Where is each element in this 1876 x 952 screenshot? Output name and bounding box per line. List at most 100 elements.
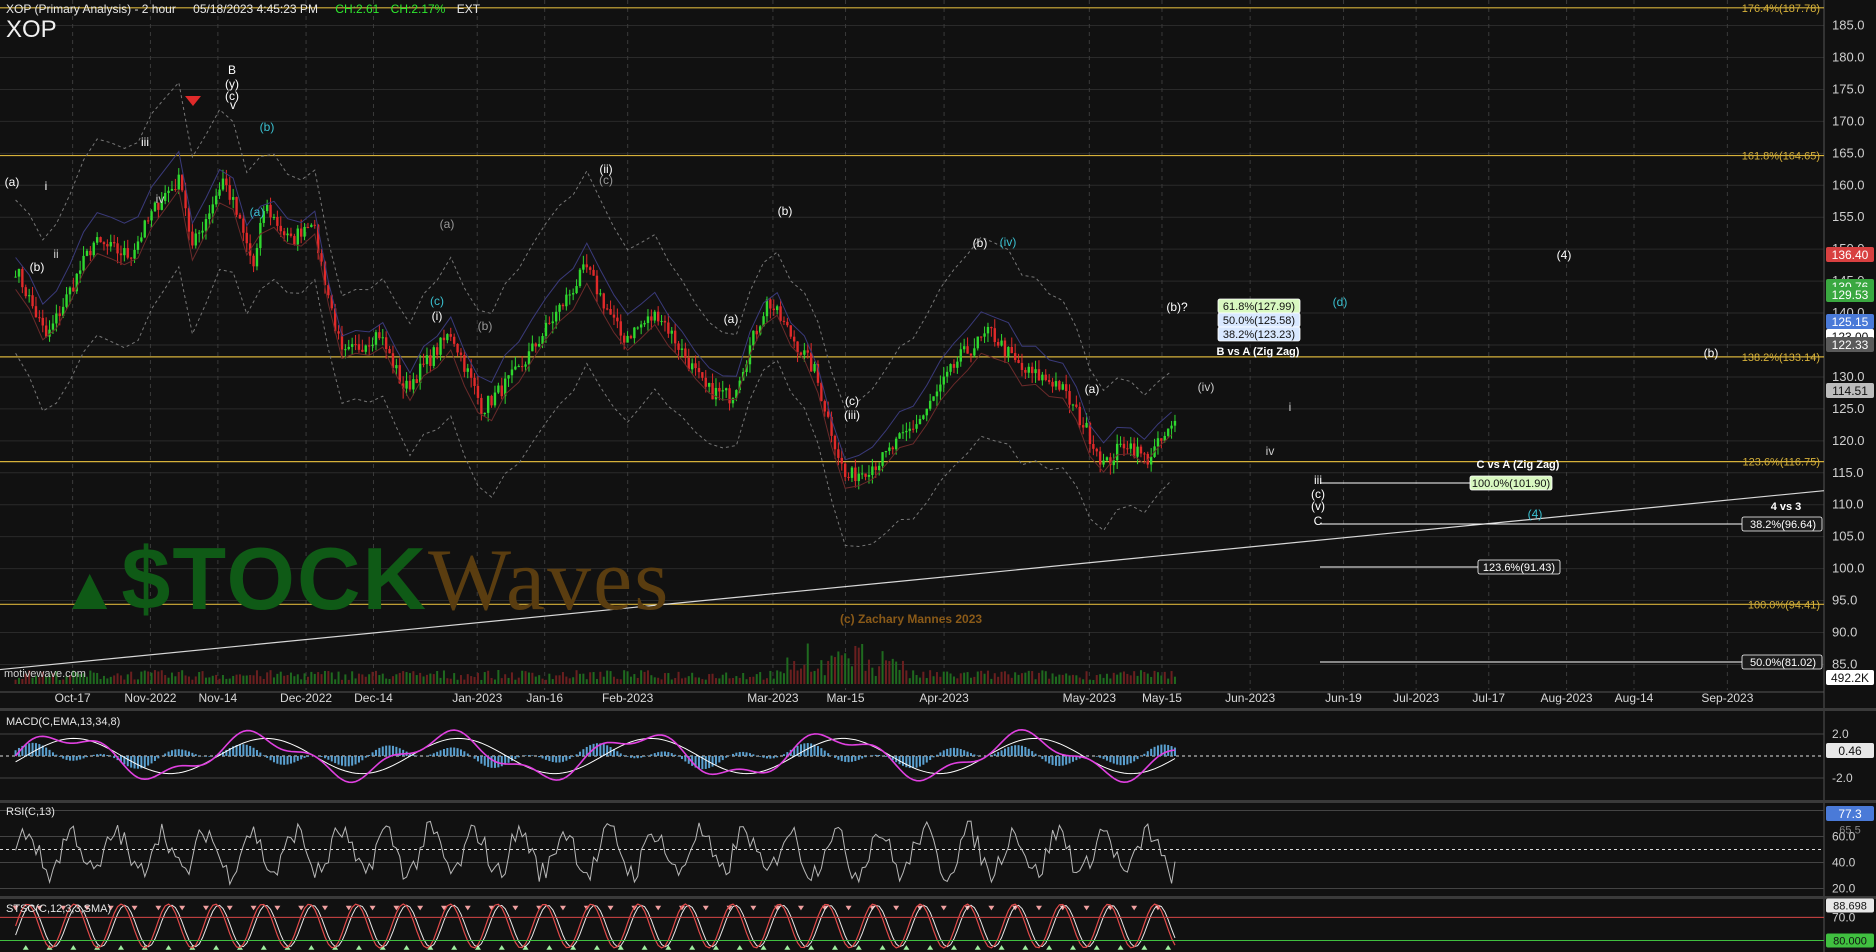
volume-bar xyxy=(776,670,779,684)
candle-body xyxy=(949,364,952,372)
volume-bar xyxy=(888,661,891,684)
candle-body xyxy=(1149,456,1153,465)
candle-body xyxy=(473,377,476,386)
macd-histogram-bar xyxy=(374,749,377,756)
volume-bar xyxy=(480,679,483,684)
volume-bar xyxy=(986,670,989,684)
candle-body xyxy=(1085,422,1088,428)
volume-bar xyxy=(476,672,479,684)
volume-bar xyxy=(286,675,289,684)
candle-body xyxy=(945,371,949,377)
volume-bar xyxy=(1041,670,1044,684)
candle-body xyxy=(1081,425,1085,428)
macd-histogram-bar xyxy=(181,749,184,756)
candle-body xyxy=(384,337,388,349)
volume-bar xyxy=(113,675,116,684)
volume-bar xyxy=(368,674,371,684)
volume-bar xyxy=(840,655,843,684)
macd-histogram-bar xyxy=(55,754,58,756)
time-tick-label: Apr-2023 xyxy=(919,691,969,705)
candle-body xyxy=(337,331,340,334)
candle-body xyxy=(962,346,966,350)
volume-bar xyxy=(575,670,578,684)
macd-histogram-bar xyxy=(269,756,272,761)
volume-bar xyxy=(857,647,860,684)
macd-histogram-bar xyxy=(524,755,527,756)
volume-bar xyxy=(1139,670,1142,684)
macd-histogram-bar xyxy=(184,750,187,756)
volume-bar xyxy=(323,670,326,684)
annotation-label: C vs A (Zig Zag) xyxy=(1477,459,1560,471)
macd-histogram-bar xyxy=(782,754,785,756)
price-tick-label: 180.0 xyxy=(1832,50,1865,65)
macd-histogram-bar xyxy=(823,750,826,756)
volume-bar xyxy=(997,676,1000,684)
candle-body xyxy=(201,230,204,233)
candle-body xyxy=(813,364,816,372)
candle-body xyxy=(109,242,112,247)
candle-body xyxy=(979,336,983,338)
candle-body xyxy=(408,380,412,390)
macd-histogram-bar xyxy=(684,756,687,762)
macd-histogram-bar xyxy=(191,752,194,756)
macd-histogram-bar xyxy=(762,756,765,758)
volume-bar xyxy=(490,678,493,684)
macd-histogram-bar xyxy=(1024,747,1027,756)
macd-histogram-bar xyxy=(1173,747,1176,756)
volume-bar xyxy=(1054,676,1057,684)
volume-bar xyxy=(816,668,819,684)
volume-bar xyxy=(1014,672,1017,684)
stoch-value-label: 88.698 xyxy=(1833,901,1867,913)
macd-histogram-bar xyxy=(657,752,660,756)
candle-body xyxy=(901,432,905,434)
candle-body xyxy=(1156,438,1160,447)
wave-label: (4) xyxy=(1528,507,1543,521)
macd-histogram-bar xyxy=(72,756,75,761)
volume-bar xyxy=(1027,670,1030,684)
macd-histogram-bar xyxy=(704,756,707,769)
macd-histogram-bar xyxy=(1068,756,1071,764)
candle-body xyxy=(799,352,803,355)
candle-body xyxy=(558,304,561,312)
volume-bar xyxy=(534,676,537,684)
candle-body xyxy=(605,308,609,310)
candle-body xyxy=(235,197,238,215)
macd-histogram-bar xyxy=(966,751,969,756)
macd-histogram-bar xyxy=(769,756,772,759)
candle-body xyxy=(728,388,731,404)
candle-body xyxy=(633,327,636,339)
volume-bar xyxy=(799,668,802,684)
time-tick-label: May-2023 xyxy=(1063,691,1117,705)
volume-bar xyxy=(184,675,187,684)
candle-body xyxy=(707,383,711,387)
candle-body xyxy=(446,334,449,341)
watermark-stock: $TOCK xyxy=(121,529,429,628)
volume-bar xyxy=(1146,673,1149,684)
candle-body xyxy=(82,255,85,271)
candle-body xyxy=(425,355,429,365)
volume-bar xyxy=(1020,673,1023,684)
macd-histogram-bar xyxy=(1020,745,1023,756)
candle-body xyxy=(721,390,724,392)
candle-body xyxy=(891,447,894,450)
volume-bar xyxy=(327,671,330,684)
volume-bar xyxy=(1156,672,1159,684)
chart-canvas[interactable]: 85.0 90.0 95.0 100.0 105.0 110.0 115.0 120.0 125… xyxy=(0,0,1876,952)
volume-bar xyxy=(721,674,724,684)
panel-divider xyxy=(0,708,1876,711)
volume-bar xyxy=(136,679,139,684)
candle-body xyxy=(99,237,102,243)
price-tick-label: 185.0 xyxy=(1832,18,1865,33)
candle-body xyxy=(942,376,945,385)
volume-bar xyxy=(408,673,411,684)
candle-body xyxy=(551,321,554,324)
volume-bar xyxy=(514,679,517,684)
macd-histogram-bar xyxy=(1133,756,1136,762)
volume-bar xyxy=(279,671,282,684)
volume-bar xyxy=(320,674,323,684)
volume-bar xyxy=(932,676,935,684)
price-panel[interactable]: 85.0 90.0 95.0 100.0 105.0 110.0 115.0 120.0 125… xyxy=(0,0,1876,952)
volume-bar xyxy=(504,674,507,684)
price-tick-label: 130.0 xyxy=(1832,369,1865,384)
volume-bar xyxy=(935,672,938,684)
